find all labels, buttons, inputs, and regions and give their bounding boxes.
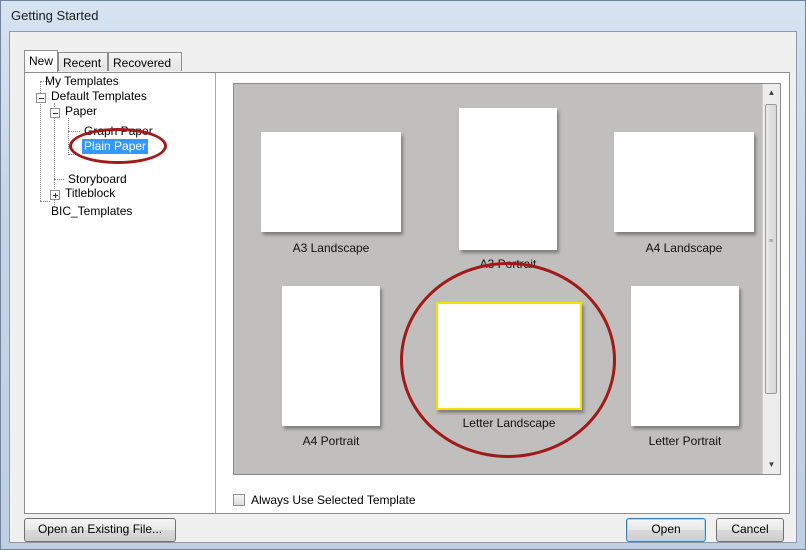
collapse-icon[interactable] [36,93,46,103]
tree-item-default-templates[interactable]: Default Templates [49,89,149,104]
title-bar[interactable]: Getting Started [1,1,805,31]
always-use-selected-checkbox[interactable] [233,494,245,506]
open-button[interactable]: Open [626,518,706,542]
highlight-circle-annotation [400,262,616,458]
cancel-button[interactable]: Cancel [716,518,784,542]
scroll-down-arrow-icon[interactable]: ▼ [763,456,780,473]
template-tree[interactable]: My Templates Default Templates Paper Gra… [25,73,216,513]
open-existing-file-button[interactable]: Open an Existing File... [24,518,176,542]
template-card-a4-landscape[interactable] [614,132,754,232]
template-card-a3-portrait[interactable] [459,108,557,250]
expand-icon[interactable] [50,190,60,200]
grip-icon: ≡ [769,238,774,245]
template-label: A3 Landscape [292,241,370,255]
tab-new[interactable]: New [24,50,58,72]
tab-recent[interactable]: Recent [58,52,108,71]
tree-item-titleblock[interactable]: Titleblock [63,186,117,201]
highlight-circle-annotation [69,128,167,164]
template-card-a4-portrait[interactable] [282,286,380,426]
tree-item-my-templates[interactable]: My Templates [43,74,121,89]
tab-recovered[interactable]: Recovered [108,52,182,71]
always-use-selected-label[interactable]: Always Use Selected Template [251,493,416,507]
getting-started-dialog: Getting Started New Recent Recovered My … [0,0,806,550]
tab-panel-new: My Templates Default Templates Paper Gra… [24,72,790,514]
template-label: A4 Landscape [645,241,723,255]
scroll-up-arrow-icon[interactable]: ▲ [763,84,780,101]
template-preview-area[interactable]: A3 Landscape A3 Portrait A4 Landscape A4… [233,83,781,475]
vertical-scrollbar[interactable]: ▲ ≡ ▼ [762,84,780,474]
window-title: Getting Started [11,8,99,23]
template-card-letter-portrait[interactable] [631,286,739,426]
template-label: A4 Portrait [302,434,360,448]
scroll-thumb[interactable]: ≡ [765,104,777,394]
dialog-body: New Recent Recovered My Templates Defaul… [9,31,797,543]
collapse-icon[interactable] [50,108,60,118]
tree-item-storyboard[interactable]: Storyboard [66,172,129,187]
tree-item-paper[interactable]: Paper [63,104,99,119]
template-card-a3-landscape[interactable] [261,132,401,232]
tree-item-bic-templates[interactable]: BIC_Templates [49,204,134,219]
template-label: Letter Portrait [648,434,722,448]
